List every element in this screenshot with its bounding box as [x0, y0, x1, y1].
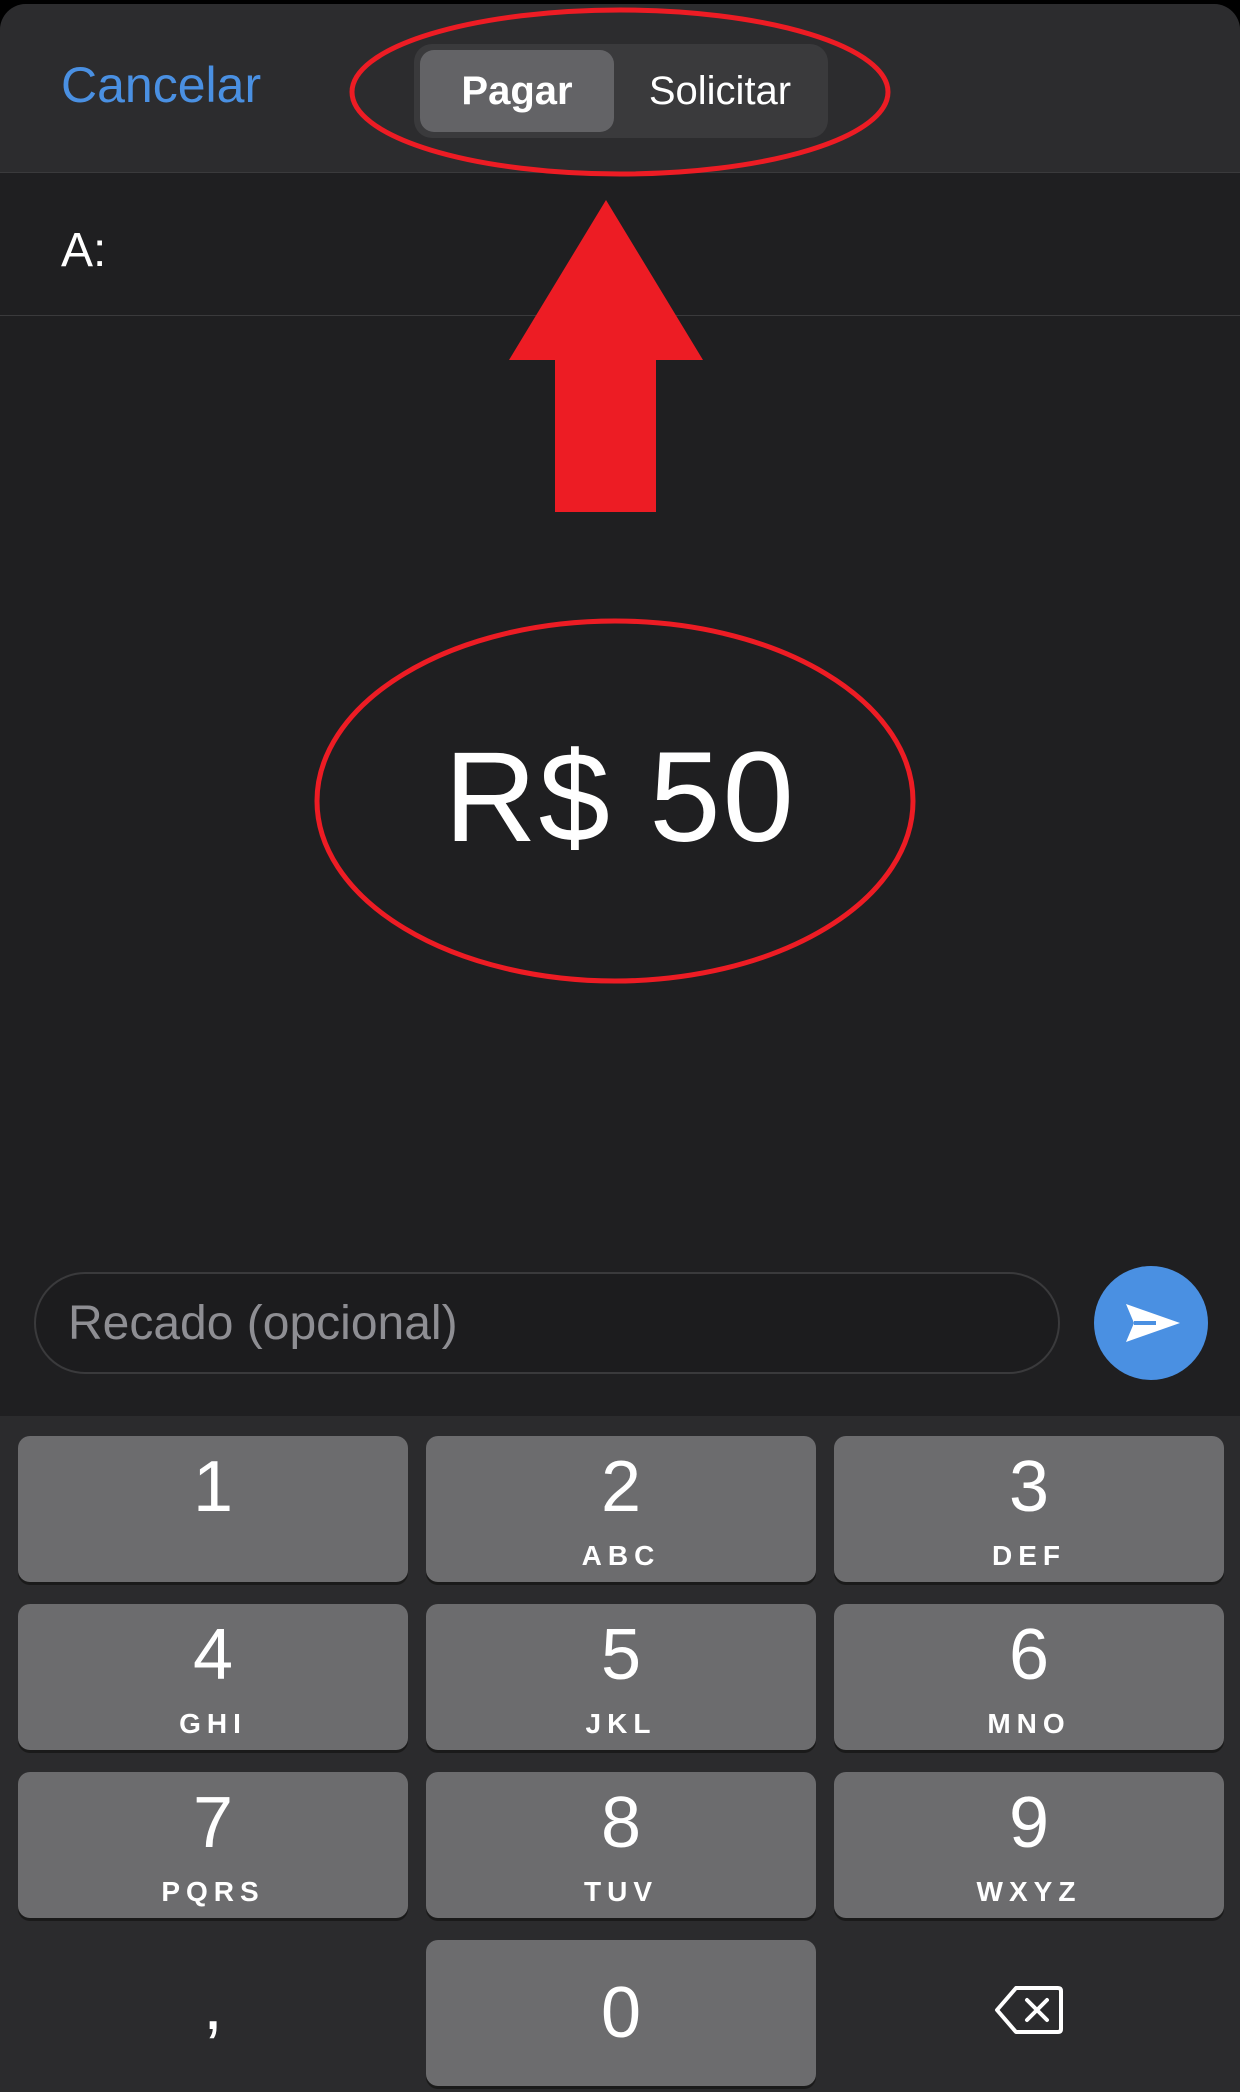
key-digit: 5	[600, 1615, 642, 1695]
key-digit: 7	[192, 1783, 234, 1863]
recipient-field[interactable]: A:	[0, 173, 1240, 316]
segment-request[interactable]: Solicitar	[618, 50, 822, 132]
key-letters: PQRS	[161, 1876, 265, 1907]
key-4[interactable]: 4 GHI	[18, 1604, 408, 1750]
paper-plane-icon	[1126, 1304, 1180, 1342]
cancel-button[interactable]: Cancelar	[61, 56, 261, 114]
key-digit: 9	[1008, 1783, 1050, 1863]
key-digit: 6	[1008, 1615, 1050, 1695]
message-placeholder: Recado (opcional)	[68, 1297, 458, 1350]
key-letters: WXYZ	[976, 1876, 1082, 1907]
key-letters: TUV	[584, 1876, 658, 1907]
top-bar: Cancelar Pagar Solicitar	[0, 4, 1240, 173]
recipient-label: A:	[61, 224, 107, 277]
key-8[interactable]: 8 TUV	[426, 1772, 816, 1918]
key-digit: 4	[192, 1615, 234, 1695]
pay-request-segmented-control: Pagar Solicitar	[414, 44, 828, 138]
numeric-keypad: 1 2 ABC 3 DEF 4 GHI 5 JKL 6 MNO 7 PQRS 8	[0, 1416, 1240, 2092]
key-digit: 1	[192, 1447, 234, 1527]
delete-key[interactable]	[834, 1940, 1224, 2086]
backspace-icon	[995, 1986, 1063, 2034]
key-7[interactable]: 7 PQRS	[18, 1772, 408, 1918]
key-letters: MNO	[987, 1708, 1071, 1739]
key-2[interactable]: 2 ABC	[426, 1436, 816, 1582]
send-button[interactable]	[1094, 1266, 1208, 1380]
payment-sheet: Cancelar Pagar Solicitar A: R$ 50 Recado…	[0, 4, 1240, 2092]
key-3[interactable]: 3 DEF	[834, 1436, 1224, 1582]
key-letters: JKL	[585, 1708, 657, 1739]
key-1[interactable]: 1	[18, 1436, 408, 1582]
key-digit: 8	[600, 1783, 642, 1863]
amount-display: R$ 50	[444, 726, 796, 869]
key-6[interactable]: 6 MNO	[834, 1604, 1224, 1750]
key-comma[interactable]: ,	[18, 1940, 408, 2086]
key-digit: 3	[1008, 1447, 1050, 1527]
key-9[interactable]: 9 WXYZ	[834, 1772, 1224, 1918]
key-letters: ABC	[581, 1540, 661, 1571]
key-letters: DEF	[992, 1540, 1066, 1571]
key-0[interactable]: 0	[426, 1940, 816, 2086]
segment-pay[interactable]: Pagar	[420, 50, 614, 132]
key-digit: ,	[202, 1965, 223, 2045]
key-5[interactable]: 5 JKL	[426, 1604, 816, 1750]
key-letters: GHI	[179, 1708, 247, 1739]
key-digit: 2	[600, 1447, 642, 1527]
key-digit: 0	[600, 1973, 642, 2053]
message-input[interactable]: Recado (opcional)	[34, 1272, 1060, 1374]
